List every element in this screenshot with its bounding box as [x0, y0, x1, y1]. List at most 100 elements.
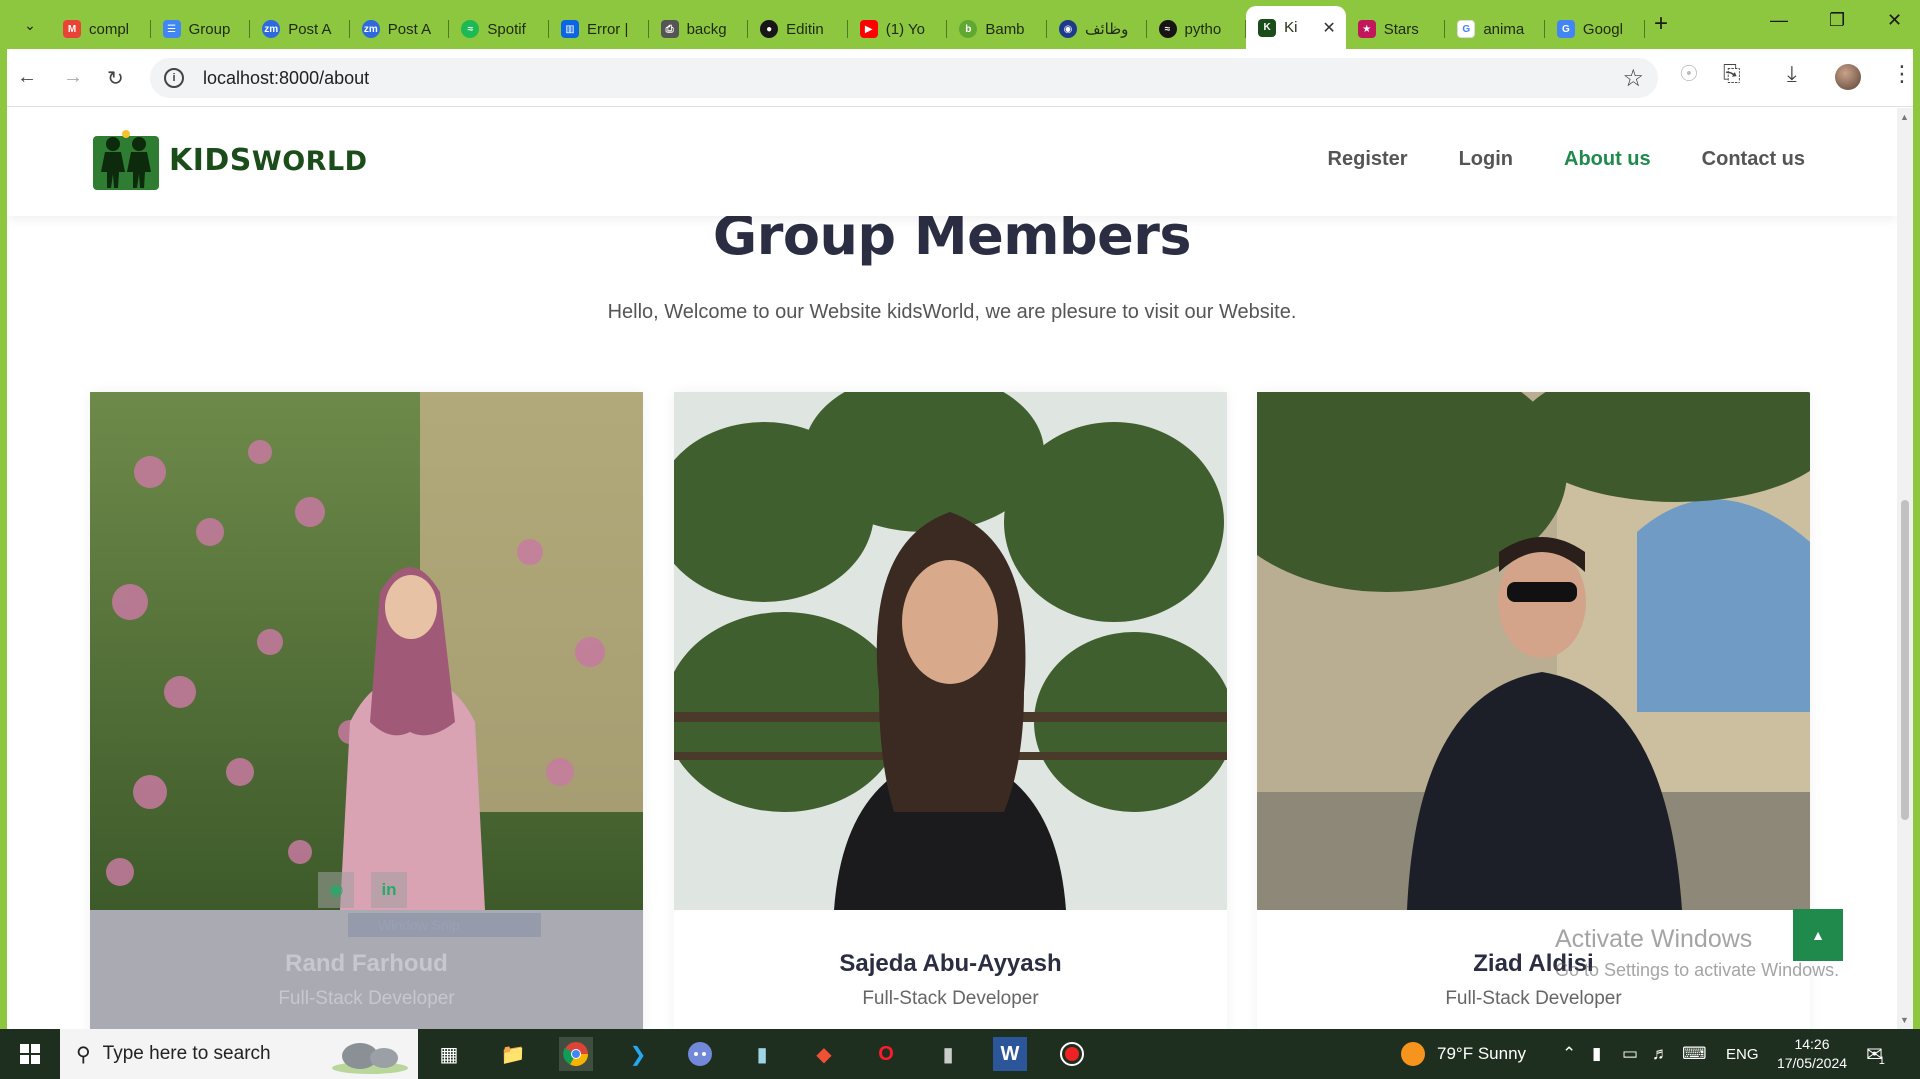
new-tab-plus-icon[interactable]: +: [1654, 12, 1668, 36]
translate-icon: G: [1556, 20, 1575, 38]
page-intro: Hello, Welcome to our Website kidsWorld,…: [607, 301, 1297, 323]
trello-icon: ▥: [560, 20, 579, 38]
member-card[interactable]: ◉ in Window Snip Rand Farhoud Full-Stack…: [90, 392, 643, 1029]
tab[interactable]: ★ Stars: [1346, 10, 1446, 48]
close-window-icon[interactable]: ✕: [1887, 10, 1902, 31]
word-icon[interactable]: W: [993, 1037, 1027, 1071]
spotify-icon: ≈: [461, 20, 480, 38]
discord-icon[interactable]: [683, 1037, 717, 1071]
notes-app-icon[interactable]: ▮: [745, 1037, 779, 1071]
nav-register-link[interactable]: Register: [1328, 148, 1408, 171]
kids-silhouette-icon: [93, 130, 159, 190]
tab[interactable]: ◉ وظائف: [1047, 10, 1147, 48]
tab[interactable]: b Bamb: [947, 10, 1047, 48]
member-role: Full-Stack Developer: [278, 988, 455, 1009]
tab[interactable]: G Googl: [1545, 10, 1645, 48]
volume-icon[interactable]: ♬: [1652, 1029, 1669, 1079]
zoom-icon: zm: [361, 20, 380, 38]
tab[interactable]: ● Editin: [748, 10, 848, 48]
page-scrollbar[interactable]: ▲ ▼: [1897, 108, 1913, 1029]
spotify-icon: ≈: [1158, 20, 1177, 38]
terminal-icon[interactable]: ▮: [931, 1037, 965, 1071]
bamboo-icon: b: [959, 20, 978, 38]
back-to-top-button[interactable]: ▲: [1793, 909, 1843, 961]
show-hidden-icons-icon[interactable]: ⌃: [1562, 1029, 1576, 1079]
zoom-icon: zm: [262, 20, 281, 38]
url-text[interactable]: localhost:8000/about: [203, 68, 369, 89]
arrow-up-icon: ▲: [1811, 927, 1825, 943]
sun-icon: [1401, 1042, 1425, 1066]
browser-toolbar: ← → ↻ i localhost:8000/about ☆ ☉ ⎘ ⤓ ⋮: [7, 49, 1913, 107]
git-icon[interactable]: ◆: [807, 1037, 841, 1071]
taskbar-search-input[interactable]: ⚲ Type here to search: [60, 1029, 418, 1079]
nav-contact-link[interactable]: Contact us: [1702, 148, 1805, 171]
minimize-icon[interactable]: —: [1770, 10, 1788, 31]
task-view-icon[interactable]: ▦: [432, 1037, 466, 1071]
vscode-icon[interactable]: ❯: [621, 1037, 655, 1071]
tab[interactable]: zm Post A: [250, 10, 350, 48]
kidsworld-icon: K: [1258, 18, 1277, 37]
tab-active[interactable]: K Ki ✕: [1246, 6, 1346, 49]
nav-about-link[interactable]: About us: [1564, 148, 1651, 171]
address-bar[interactable]: i localhost:8000/about ☆: [150, 58, 1658, 98]
tab-list: Mcompl ☰ Group zm Post A zm Post A ≈ Spotif …: [51, 6, 1645, 49]
profile-avatar[interactable]: [1835, 64, 1861, 90]
github-icon[interactable]: ◉: [318, 872, 354, 908]
bookmark-star-icon[interactable]: ☆: [1622, 64, 1644, 93]
member-role: Full-Stack Developer: [862, 988, 1039, 1009]
tab-search-chevron-icon[interactable]: ⌄: [17, 12, 43, 38]
page-viewport: KIDSWORLD Register Login About us Contac…: [7, 108, 1897, 1029]
member-role: Full-Stack Developer: [1445, 988, 1622, 1009]
extensions-puzzle-icon[interactable]: ⎘: [1723, 61, 1741, 87]
restore-icon[interactable]: ❐: [1829, 10, 1845, 31]
menu-kebab-icon[interactable]: ⋮: [1891, 61, 1913, 87]
close-tab-icon[interactable]: ✕: [1322, 18, 1335, 38]
tab[interactable]: Ganima: [1445, 10, 1545, 48]
member-name: Rand Farhoud: [285, 950, 448, 977]
logo-wordmark: KIDSWORLD: [169, 142, 368, 178]
battery-icon[interactable]: ▭: [1622, 1029, 1638, 1079]
chrome-icon[interactable]: [559, 1037, 593, 1071]
github-icon: ●: [760, 20, 779, 38]
tab[interactable]: ⎙ backg: [649, 10, 749, 48]
system-clock[interactable]: 14:26 17/05/2024: [1767, 1035, 1857, 1073]
member-photo: [1257, 392, 1810, 910]
site-info-icon[interactable]: i: [164, 68, 184, 88]
nav-login-link[interactable]: Login: [1459, 148, 1513, 171]
opera-icon[interactable]: O: [869, 1037, 903, 1071]
member-photo: [90, 392, 643, 910]
tab[interactable]: Mcompl: [51, 10, 151, 48]
back-arrow-icon[interactable]: ←: [17, 66, 37, 89]
scroll-down-icon[interactable]: ▼: [1900, 1015, 1909, 1025]
download-icon[interactable]: ⤓: [1787, 61, 1797, 87]
record-icon[interactable]: [1055, 1037, 1089, 1071]
reload-icon[interactable]: ↻: [107, 66, 124, 91]
search-icon: ⚲: [76, 1043, 91, 1066]
tab[interactable]: ≈ pytho: [1147, 10, 1247, 48]
keyboard-icon[interactable]: ⌨: [1682, 1029, 1707, 1079]
lens-icon[interactable]: ☉: [1679, 61, 1699, 87]
tab[interactable]: ≈ Spotif: [449, 10, 549, 48]
tab[interactable]: ▥ Error |: [549, 10, 649, 48]
forward-arrow-icon[interactable]: →: [63, 66, 83, 89]
notification-center-icon[interactable]: ✉ 1: [1866, 1029, 1885, 1079]
window-snip-label: Window Snip: [348, 913, 541, 937]
member-card[interactable]: Sajeda Abu-Ayyash Full-Stack Developer: [674, 392, 1227, 1029]
tab[interactable]: zm Post A: [350, 10, 450, 48]
weather-widget[interactable]: 79°F Sunny: [1401, 1029, 1526, 1079]
tab[interactable]: ☰ Group: [151, 10, 251, 48]
tab-strip: ⌄ Mcompl ☰ Group zm Post A zm Post A ≈ Spoti…: [7, 0, 1913, 49]
file-explorer-icon[interactable]: 📁: [496, 1037, 530, 1071]
stars-icon: ★: [1357, 20, 1376, 38]
gmail-icon: M: [63, 20, 81, 38]
search-highlight-elephant-icon: [332, 1043, 408, 1074]
scroll-up-icon[interactable]: ▲: [1900, 112, 1909, 122]
google-icon: G: [1457, 20, 1476, 38]
language-indicator[interactable]: ENG: [1726, 1029, 1759, 1079]
linkedin-icon[interactable]: in: [371, 872, 407, 908]
scrollbar-thumb[interactable]: [1901, 500, 1909, 820]
tab[interactable]: ▶ (1) Yo: [848, 10, 948, 48]
microphone-icon[interactable]: ▮: [1592, 1029, 1601, 1079]
windows-start-icon[interactable]: [10, 1038, 50, 1070]
kidsworld-logo[interactable]: KIDSWORLD: [91, 128, 368, 192]
